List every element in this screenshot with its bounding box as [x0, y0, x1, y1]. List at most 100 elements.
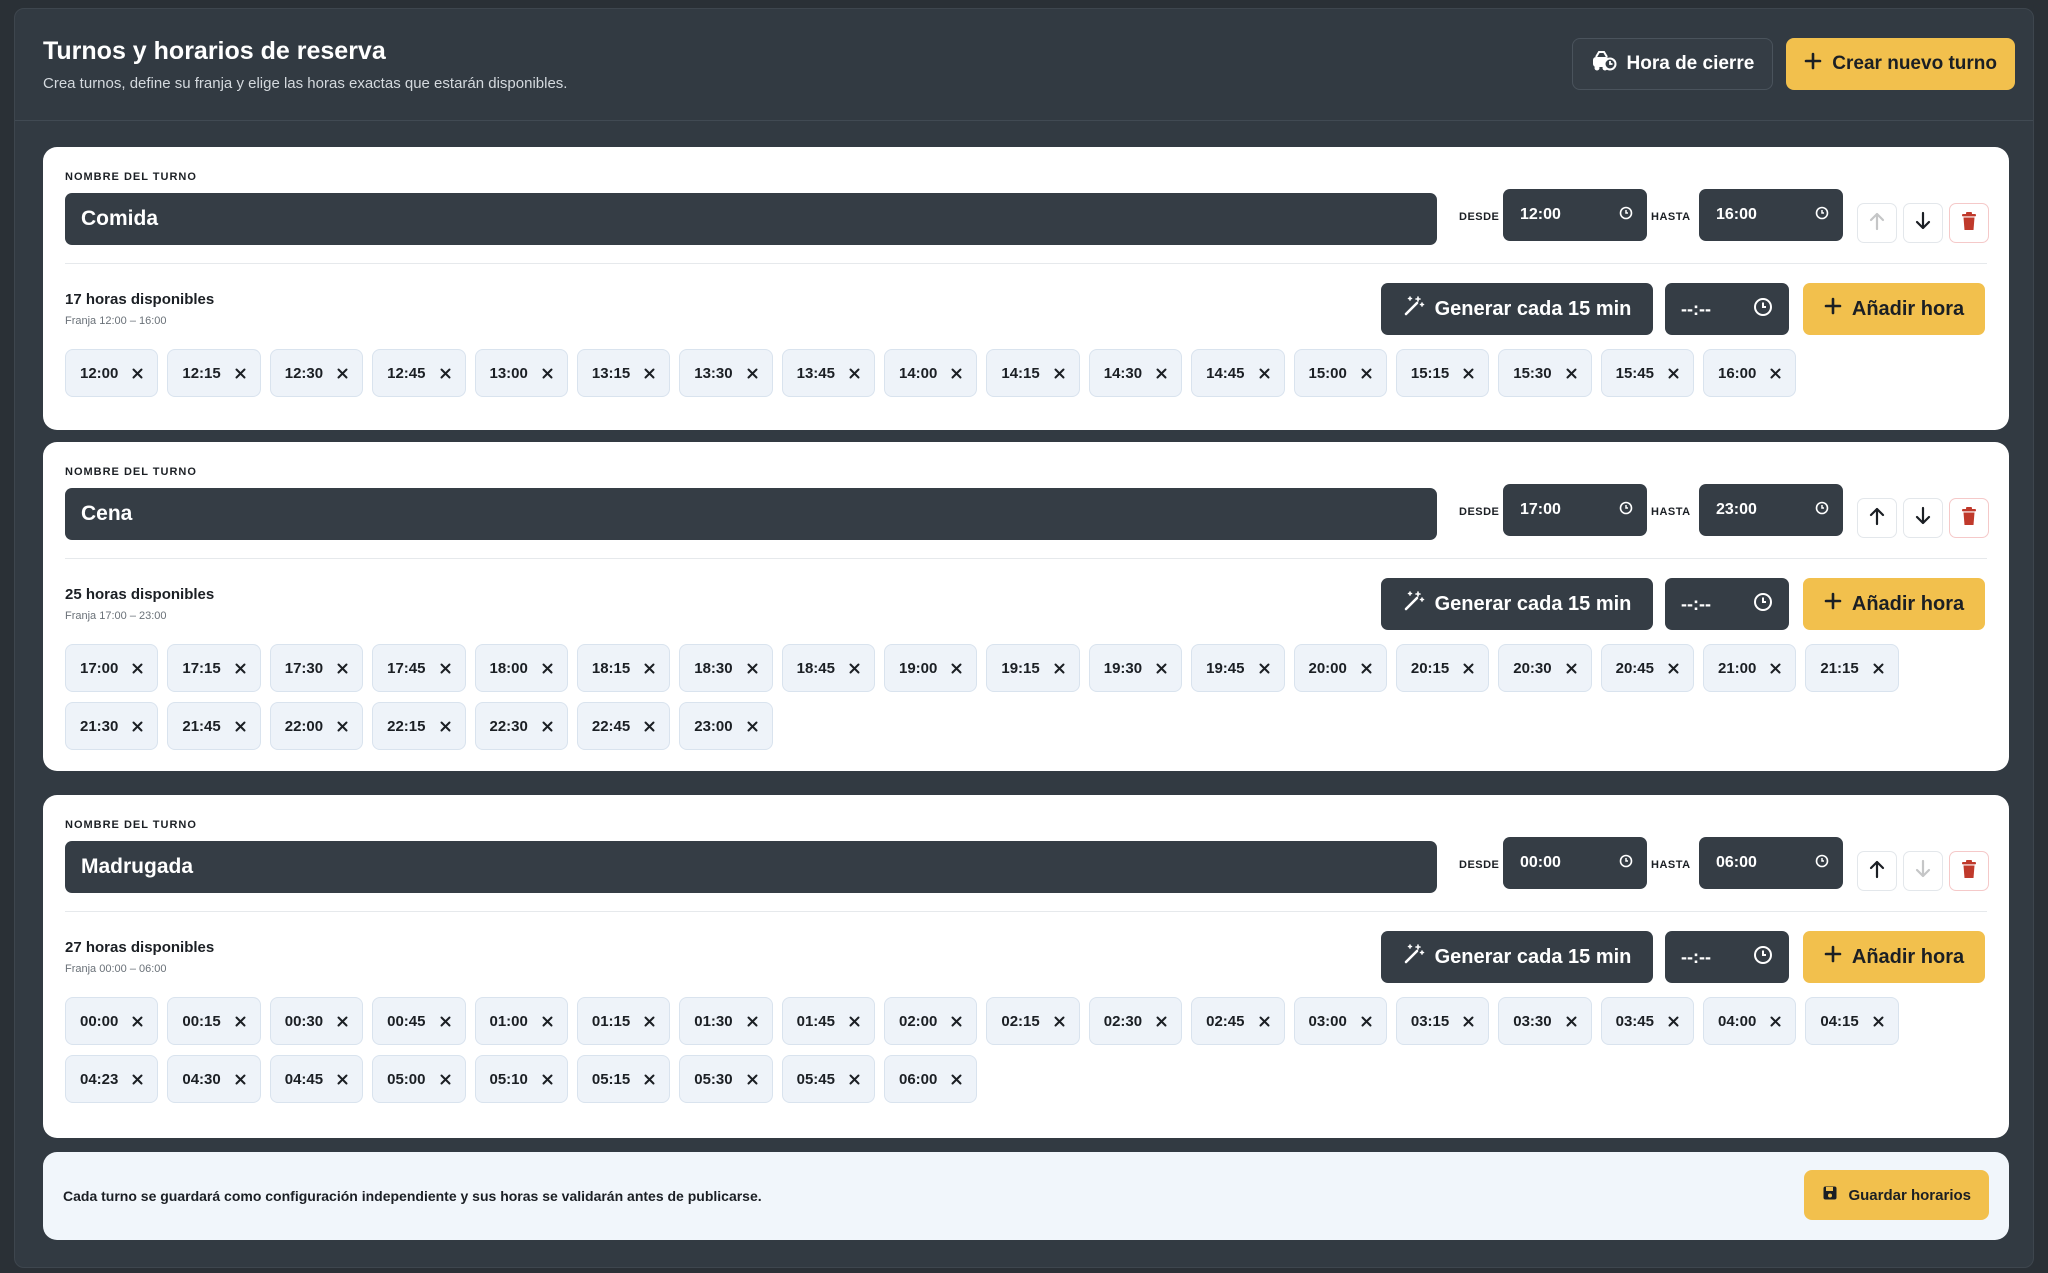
close-icon[interactable] [337, 368, 348, 379]
close-icon[interactable] [132, 368, 143, 379]
close-icon[interactable] [337, 663, 348, 674]
close-icon[interactable] [747, 721, 758, 732]
to-label: HASTA [1651, 211, 1691, 223]
close-icon[interactable] [235, 1016, 246, 1027]
close-icon[interactable] [235, 1074, 246, 1085]
close-icon[interactable] [440, 721, 451, 732]
close-icon[interactable] [132, 1074, 143, 1085]
close-icon[interactable] [747, 368, 758, 379]
move-down-button[interactable] [1903, 203, 1943, 243]
close-icon[interactable] [542, 368, 553, 379]
to-time-input[interactable]: 23:00 [1699, 484, 1843, 536]
close-icon[interactable] [440, 368, 451, 379]
close-icon[interactable] [1054, 368, 1065, 379]
close-icon[interactable] [1668, 1016, 1679, 1027]
close-icon[interactable] [951, 1016, 962, 1027]
close-icon[interactable] [849, 663, 860, 674]
move-up-button[interactable] [1857, 203, 1897, 243]
close-icon[interactable] [337, 1074, 348, 1085]
close-icon[interactable] [132, 1016, 143, 1027]
add-time-button[interactable]: Añadir hora [1803, 578, 1985, 630]
close-icon[interactable] [1259, 368, 1270, 379]
to-time-input[interactable]: 06:00 [1699, 837, 1843, 889]
close-icon[interactable] [542, 721, 553, 732]
move-up-button[interactable] [1857, 498, 1897, 538]
add-time-button[interactable]: Añadir hora [1803, 283, 1985, 335]
close-icon[interactable] [1361, 1016, 1372, 1027]
from-time-input[interactable]: 12:00 [1503, 189, 1647, 241]
close-icon[interactable] [440, 663, 451, 674]
close-icon[interactable] [1668, 663, 1679, 674]
close-icon[interactable] [1156, 1016, 1167, 1027]
generate-button[interactable]: Generar cada 15 min [1381, 931, 1653, 983]
delete-shift-button[interactable] [1949, 851, 1989, 891]
shift-name-input[interactable]: Comida [65, 193, 1437, 245]
close-icon[interactable] [1361, 368, 1372, 379]
move-down-button[interactable] [1903, 498, 1943, 538]
close-icon[interactable] [1463, 663, 1474, 674]
close-icon[interactable] [644, 721, 655, 732]
move-up-button[interactable] [1857, 851, 1897, 891]
from-time-input[interactable]: 00:00 [1503, 837, 1647, 889]
close-icon[interactable] [1566, 1016, 1577, 1027]
close-icon[interactable] [644, 663, 655, 674]
close-icon[interactable] [951, 1074, 962, 1085]
close-icon[interactable] [132, 663, 143, 674]
close-icon[interactable] [1770, 1016, 1781, 1027]
from-time-input[interactable]: 17:00 [1503, 484, 1647, 536]
close-icon[interactable] [1463, 1016, 1474, 1027]
close-icon[interactable] [542, 663, 553, 674]
close-icon[interactable] [235, 721, 246, 732]
new-time-input[interactable]: --:-- [1665, 283, 1789, 335]
close-icon[interactable] [747, 1074, 758, 1085]
delete-shift-button[interactable] [1949, 203, 1989, 243]
close-icon[interactable] [951, 663, 962, 674]
new-time-input[interactable]: --:-- [1665, 578, 1789, 630]
close-icon[interactable] [235, 368, 246, 379]
close-icon[interactable] [1463, 368, 1474, 379]
close-icon[interactable] [542, 1016, 553, 1027]
save-schedules-button[interactable]: Guardar horarios [1804, 1170, 1989, 1220]
close-icon[interactable] [1156, 663, 1167, 674]
close-icon[interactable] [1566, 663, 1577, 674]
close-icon[interactable] [1770, 663, 1781, 674]
close-icon[interactable] [951, 368, 962, 379]
close-icon[interactable] [747, 1016, 758, 1027]
close-icon[interactable] [849, 1016, 860, 1027]
close-icon[interactable] [644, 368, 655, 379]
move-down-button[interactable] [1903, 851, 1943, 891]
close-icon[interactable] [1156, 368, 1167, 379]
close-icon[interactable] [849, 1074, 860, 1085]
close-icon[interactable] [132, 721, 143, 732]
close-icon[interactable] [1770, 368, 1781, 379]
close-icon[interactable] [849, 368, 860, 379]
close-icon[interactable] [1259, 663, 1270, 674]
close-icon[interactable] [1566, 368, 1577, 379]
generate-button[interactable]: Generar cada 15 min [1381, 283, 1653, 335]
new-time-input[interactable]: --:-- [1665, 931, 1789, 983]
close-icon[interactable] [1668, 368, 1679, 379]
close-icon[interactable] [440, 1016, 451, 1027]
close-icon[interactable] [747, 663, 758, 674]
delete-shift-button[interactable] [1949, 498, 1989, 538]
closing-time-button[interactable]: Hora de cierre [1571, 38, 1774, 90]
close-icon[interactable] [1361, 663, 1372, 674]
create-shift-button[interactable]: Crear nuevo turno [1786, 38, 2015, 90]
close-icon[interactable] [440, 1074, 451, 1085]
close-icon[interactable] [1054, 663, 1065, 674]
close-icon[interactable] [235, 663, 246, 674]
shift-name-input[interactable]: Cena [65, 488, 1437, 540]
close-icon[interactable] [337, 1016, 348, 1027]
close-icon[interactable] [644, 1074, 655, 1085]
close-icon[interactable] [644, 1016, 655, 1027]
add-time-button[interactable]: Añadir hora [1803, 931, 1985, 983]
close-icon[interactable] [542, 1074, 553, 1085]
close-icon[interactable] [1873, 1016, 1884, 1027]
close-icon[interactable] [1259, 1016, 1270, 1027]
generate-button[interactable]: Generar cada 15 min [1381, 578, 1653, 630]
to-time-input[interactable]: 16:00 [1699, 189, 1843, 241]
shift-name-input[interactable]: Madrugada [65, 841, 1437, 893]
close-icon[interactable] [337, 721, 348, 732]
close-icon[interactable] [1873, 663, 1884, 674]
close-icon[interactable] [1054, 1016, 1065, 1027]
